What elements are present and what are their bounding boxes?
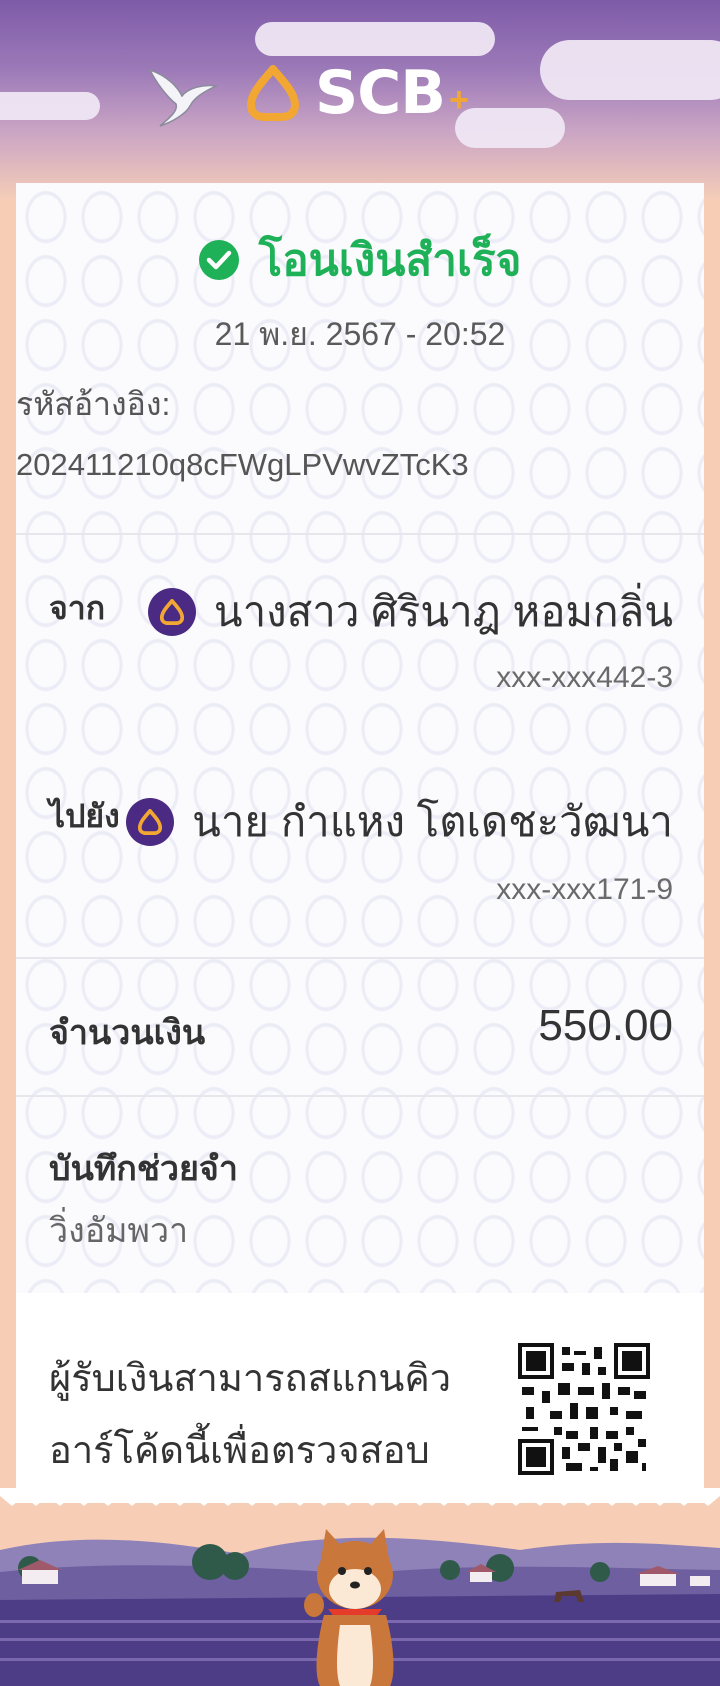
scb-logo-icon — [247, 65, 299, 121]
shiba-dog-mascot-icon — [304, 1529, 394, 1686]
qr-code — [518, 1343, 650, 1475]
amount-value: 550.00 — [538, 1001, 673, 1050]
divider — [16, 1095, 704, 1097]
transaction-datetime: 21 พ.ย. 2567 - 20:52 — [214, 316, 506, 352]
memo-value: วิ่งอัมพวา — [49, 1212, 189, 1250]
to-label: ไปยัง — [49, 798, 120, 834]
reference-label: รหัสอ้างอิง: — [16, 386, 171, 422]
brand-name: SCB — [315, 58, 446, 128]
to-party: นาย กำแหง โตเดชะวัฒนา — [126, 789, 673, 855]
from-label: จาก — [49, 590, 106, 626]
to-account: xxx-xxx171-9 — [496, 873, 673, 906]
reference-value: 202411210q8cFWgLPVwvZTcK3 — [16, 447, 469, 482]
cloud — [0, 92, 100, 120]
cloud — [255, 22, 495, 56]
to-name: นาย กำแหง โตเดชะวัฒนา — [192, 798, 673, 845]
status-text: โอนเงินสำเร็จ — [258, 236, 522, 285]
success-check-icon — [198, 240, 239, 280]
divider — [16, 957, 704, 959]
cloud — [540, 40, 720, 100]
amount-label: จำนวนเงิน — [49, 1014, 206, 1052]
scb-logo: SCB + — [245, 58, 469, 128]
brand-plus: + — [448, 80, 469, 119]
from-account: xxx-xxx442-3 — [496, 661, 673, 694]
divider — [16, 533, 704, 535]
qr-instruction: ผู้รับเงินสามารถสแกนคิวอาร์โค้ดนี้เพื่อต… — [49, 1358, 452, 1472]
memo-label: บันทึกช่วยจำ — [49, 1150, 238, 1188]
bird-icon — [148, 68, 218, 127]
from-party: นางสาว ศิรินาฎ หอมกลิ่น — [147, 579, 673, 645]
status-banner: โอนเงินสำเร็จ — [16, 225, 704, 295]
cloud — [455, 108, 565, 148]
scb-bank-icon — [147, 588, 196, 636]
scb-bank-icon — [126, 798, 175, 846]
receipt-card: โอนเงินสำเร็จ 21 พ.ย. 2567 - 20:52 รหัสอ… — [16, 183, 704, 1503]
receipt-tear-edge — [0, 1488, 720, 1506]
from-name: นางสาว ศิรินาฎ หอมกลิ่น — [213, 588, 673, 635]
